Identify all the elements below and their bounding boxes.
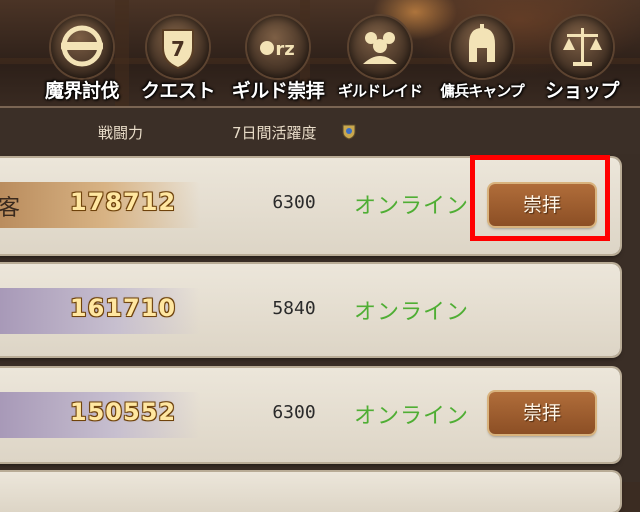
table-row[interactable] — [0, 472, 620, 512]
power-value: 161710 — [69, 294, 177, 322]
scales-icon — [551, 16, 613, 78]
table-row[interactable]: 150552 6300 オンライン 崇拝 — [0, 368, 620, 462]
shield-seven-icon: 7 — [147, 16, 209, 78]
activity-value: 6300 — [272, 402, 316, 423]
nav-item-guild-raid[interactable]: ギルドレイド — [330, 16, 430, 106]
activity-value: 5840 — [272, 298, 316, 319]
power-value: 178712 — [69, 188, 177, 216]
nav-item-shop[interactable]: ショップ — [532, 16, 632, 106]
power-value: 150552 — [69, 398, 177, 426]
status-online: オンライン — [354, 404, 470, 429]
status-online: オンライン — [354, 194, 470, 219]
svg-text:rz: rz — [275, 39, 294, 60]
table-header: 戦闘力 7日間活躍度 — [0, 108, 640, 154]
top-nav: 魔界討伐 7 クエスト rz ギルド崇拝 ギルドレイド 傭兵キャンプ ショップ — [0, 0, 640, 108]
worship-button[interactable]: 崇拝 — [489, 392, 595, 434]
status-online: オンライン — [354, 300, 470, 325]
nav-label: ショップ — [544, 80, 620, 102]
highlight-annotation — [470, 155, 610, 241]
nav-item-guild-worship[interactable]: rz ギルド崇拝 — [228, 16, 328, 106]
nav-item-mercenary-camp[interactable]: 傭兵キャンプ — [432, 16, 532, 106]
nav-item-quest[interactable]: 7 クエスト — [128, 16, 228, 106]
activity-value: 6300 — [272, 192, 316, 213]
emblem-o-icon — [51, 16, 113, 78]
helmet-icon — [451, 16, 513, 78]
table-row[interactable]: 161710 5840 オンライン — [0, 264, 620, 356]
member-name: 客 — [0, 196, 21, 221]
orz-icon: rz — [247, 16, 309, 78]
group-icon — [349, 16, 411, 78]
svg-text:7: 7 — [171, 37, 185, 61]
header-activity: 7日間活躍度 — [232, 124, 317, 142]
header-power: 戦闘力 — [98, 124, 144, 142]
info-shield-icon[interactable] — [342, 124, 356, 140]
nav-item-demon-subjugation[interactable]: 魔界討伐 — [32, 16, 132, 106]
